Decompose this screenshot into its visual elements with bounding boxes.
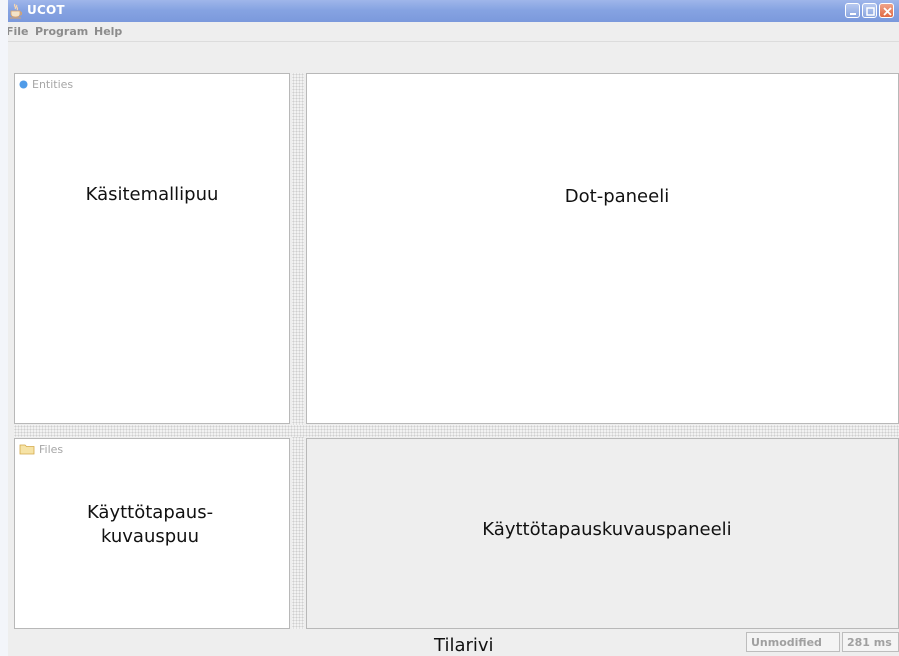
files-header-label: Files xyxy=(39,442,64,456)
close-button[interactable] xyxy=(879,3,894,18)
menu-program[interactable]: Program xyxy=(35,25,88,38)
folder-icon xyxy=(19,444,35,455)
maximize-button[interactable] xyxy=(862,3,877,18)
status-label: Tilarivi xyxy=(434,635,494,656)
entities-panel-label: Käsitemallipuu xyxy=(85,184,219,205)
files-label-line1: Käyttötapaus- xyxy=(86,502,214,523)
vertical-splitter[interactable] xyxy=(292,73,304,629)
entities-header[interactable]: Entities xyxy=(19,77,73,91)
window-title: UCOT xyxy=(27,3,65,17)
files-panel-label: Käyttötapaus- kuvauspuu xyxy=(15,501,285,549)
horizontal-splitter[interactable] xyxy=(14,425,899,437)
entities-tree-panel[interactable]: Entities Käsitemallipuu xyxy=(14,73,290,424)
close-icon xyxy=(883,7,892,16)
app-window: UCOT File Program Help Entities Käsitema… xyxy=(0,0,899,656)
circle-node-icon xyxy=(19,80,28,88)
menu-help[interactable]: Help xyxy=(94,25,122,38)
usecase-description-panel[interactable]: Käyttötapauskuvauspaneeli xyxy=(306,438,899,629)
files-tree-panel[interactable]: Files Käyttötapaus- kuvauspuu xyxy=(14,438,290,629)
modified-status: Unmodified xyxy=(746,632,840,652)
minimize-icon xyxy=(850,13,856,15)
java-cup-icon xyxy=(10,3,22,19)
dot-panel[interactable]: Dot-paneeli xyxy=(306,73,899,424)
menu-file[interactable]: File xyxy=(8,25,29,38)
minimize-button[interactable] xyxy=(845,3,860,18)
dot-panel-label: Dot-paneeli xyxy=(564,186,670,207)
entities-header-label: Entities xyxy=(32,77,74,91)
title-bar[interactable]: UCOT xyxy=(8,0,899,22)
files-header[interactable]: Files xyxy=(19,442,63,456)
status-bar: Tilarivi Unmodified 281 ms xyxy=(8,630,899,656)
usecase-panel-label: Käyttötapauskuvauspaneeli xyxy=(482,519,732,540)
menu-bar: File Program Help xyxy=(8,22,899,42)
files-label-line2: kuvauspuu xyxy=(101,526,199,547)
maximize-icon xyxy=(866,7,875,16)
timing-status: 281 ms xyxy=(842,632,899,652)
